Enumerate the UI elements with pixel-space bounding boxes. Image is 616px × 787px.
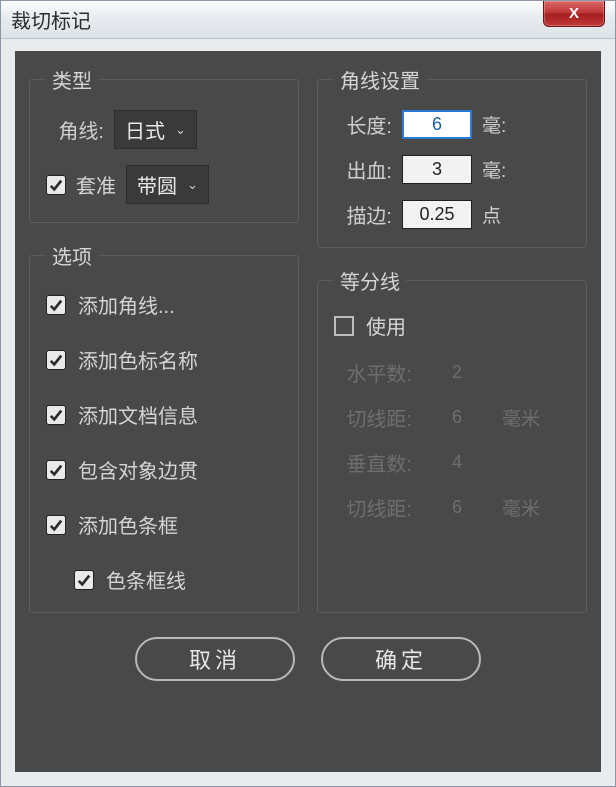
divider-unit: 毫米 xyxy=(502,494,540,521)
use-label: 使用 xyxy=(366,311,406,340)
chevron-down-icon: ⌄ xyxy=(175,122,186,138)
dividers-group: 等分线 使用 水平数:2切线距:6毫米垂直数:4切线距:6毫米 xyxy=(317,266,587,613)
cancel-label: 取消 xyxy=(189,643,241,675)
length-input[interactable]: 6 xyxy=(402,110,472,139)
type-group: 类型 角线: 日式 ⌄ 套准 带圆 xyxy=(29,65,299,223)
divider-rows: 水平数:2切线距:6毫米垂直数:4切线距:6毫米 xyxy=(334,358,570,522)
check-icon xyxy=(77,573,91,587)
titlebar: 裁切标记 X xyxy=(1,1,615,39)
registration-row: 套准 带圆 ⌄ xyxy=(46,165,282,204)
option-row: 添加角线... xyxy=(46,290,282,319)
check-icon xyxy=(49,463,63,477)
options-group: 选项 添加角线... 添加色标名称添加文档信息包含对象边贯添加色条框色条框线 xyxy=(29,241,299,613)
stroke-label: 描边: xyxy=(334,200,392,229)
option-checkbox[interactable] xyxy=(46,295,66,315)
option-checkbox[interactable] xyxy=(46,515,66,535)
option-label: 添加色条框 xyxy=(78,510,178,539)
option-checkbox[interactable] xyxy=(46,460,66,480)
option-row: 添加色标名称 xyxy=(46,345,282,374)
cancel-button[interactable]: 取消 xyxy=(135,637,295,681)
corner-label: 角线: xyxy=(46,115,104,144)
close-button[interactable]: X xyxy=(543,1,605,27)
divider-setting-row: 垂直数: 4 xyxy=(334,448,570,477)
registration-label: 套准 xyxy=(76,170,116,199)
corner-select-value: 日式 xyxy=(125,115,165,144)
divider-input: 6 xyxy=(422,404,492,431)
check-icon xyxy=(49,353,63,367)
check-icon xyxy=(49,298,63,312)
dialog-buttons: 取消 确定 xyxy=(29,637,587,681)
divider-input: 6 xyxy=(422,494,492,521)
option-checkbox[interactable] xyxy=(46,350,66,370)
columns: 类型 角线: 日式 ⌄ 套准 带圆 xyxy=(29,65,587,613)
option-checkbox[interactable] xyxy=(46,405,66,425)
divider-label: 垂直数: xyxy=(334,448,412,477)
bleed-unit: 毫: xyxy=(482,156,506,183)
stroke-row: 描边: 0.25 点 xyxy=(334,200,570,229)
divider-setting-row: 水平数: 2 xyxy=(334,358,570,387)
type-legend: 类型 xyxy=(46,65,98,94)
option-row: 添加色条框 xyxy=(46,510,282,539)
divider-setting-row: 切线距: 6 毫米 xyxy=(334,403,570,432)
window-title: 裁切标记 xyxy=(11,5,91,34)
check-icon xyxy=(49,518,63,532)
divider-label: 水平数: xyxy=(334,358,412,387)
dialog-content: 类型 角线: 日式 ⌄ 套准 带圆 xyxy=(15,51,601,772)
length-label: 长度: xyxy=(334,110,392,139)
registration-select-value: 带圆 xyxy=(137,170,177,199)
divider-unit: 毫米 xyxy=(502,404,540,431)
options-list: 添加角线... 添加色标名称添加文档信息包含对象边贯添加色条框色条框线 xyxy=(46,290,282,594)
registration-checkbox[interactable] xyxy=(46,175,66,195)
divider-input: 2 xyxy=(422,359,492,386)
option-checkbox[interactable] xyxy=(74,570,94,590)
stroke-unit: 点 xyxy=(482,201,501,228)
corner-settings-group: 角线设置 长度: 6 毫: 出血: 3 毫: 描边: 0.25 点 xyxy=(317,65,587,248)
stroke-input[interactable]: 0.25 xyxy=(402,200,472,229)
left-column: 类型 角线: 日式 ⌄ 套准 带圆 xyxy=(29,65,299,613)
option-label: 添加角线... xyxy=(78,290,175,319)
options-legend: 选项 xyxy=(46,241,98,270)
option-label: 添加色标名称 xyxy=(78,345,198,374)
bleed-row: 出血: 3 毫: xyxy=(334,155,570,184)
option-row: 包含对象边贯 xyxy=(46,455,282,484)
ok-button[interactable]: 确定 xyxy=(321,637,481,681)
option-label: 色条框线 xyxy=(106,565,186,594)
divider-input: 4 xyxy=(422,449,492,476)
check-icon xyxy=(49,408,63,422)
dividers-legend: 等分线 xyxy=(334,266,406,295)
option-label: 包含对象边贯 xyxy=(78,455,198,484)
check-icon xyxy=(49,178,63,192)
right-column: 角线设置 长度: 6 毫: 出血: 3 毫: 描边: 0.25 点 xyxy=(317,65,587,613)
length-row: 长度: 6 毫: xyxy=(334,110,570,139)
corner-settings-legend: 角线设置 xyxy=(334,65,426,94)
use-row: 使用 xyxy=(334,311,570,340)
corner-row: 角线: 日式 ⌄ xyxy=(46,110,282,149)
divider-setting-row: 切线距: 6 毫米 xyxy=(334,493,570,522)
chevron-down-icon: ⌄ xyxy=(187,177,198,193)
option-row: 色条框线 xyxy=(74,565,282,594)
option-label: 添加文档信息 xyxy=(78,400,198,429)
option-row: 添加文档信息 xyxy=(46,400,282,429)
bleed-input[interactable]: 3 xyxy=(402,155,472,184)
length-unit: 毫: xyxy=(482,111,506,138)
close-icon: X xyxy=(569,5,579,22)
divider-label: 切线距: xyxy=(334,403,412,432)
bleed-label: 出血: xyxy=(334,155,392,184)
dialog-window: 裁切标记 X 类型 角线: 日式 ⌄ xyxy=(0,0,616,787)
corner-select[interactable]: 日式 ⌄ xyxy=(114,110,197,149)
divider-label: 切线距: xyxy=(334,493,412,522)
use-checkbox[interactable] xyxy=(334,316,354,336)
ok-label: 确定 xyxy=(375,643,427,675)
registration-select[interactable]: 带圆 ⌄ xyxy=(126,165,209,204)
